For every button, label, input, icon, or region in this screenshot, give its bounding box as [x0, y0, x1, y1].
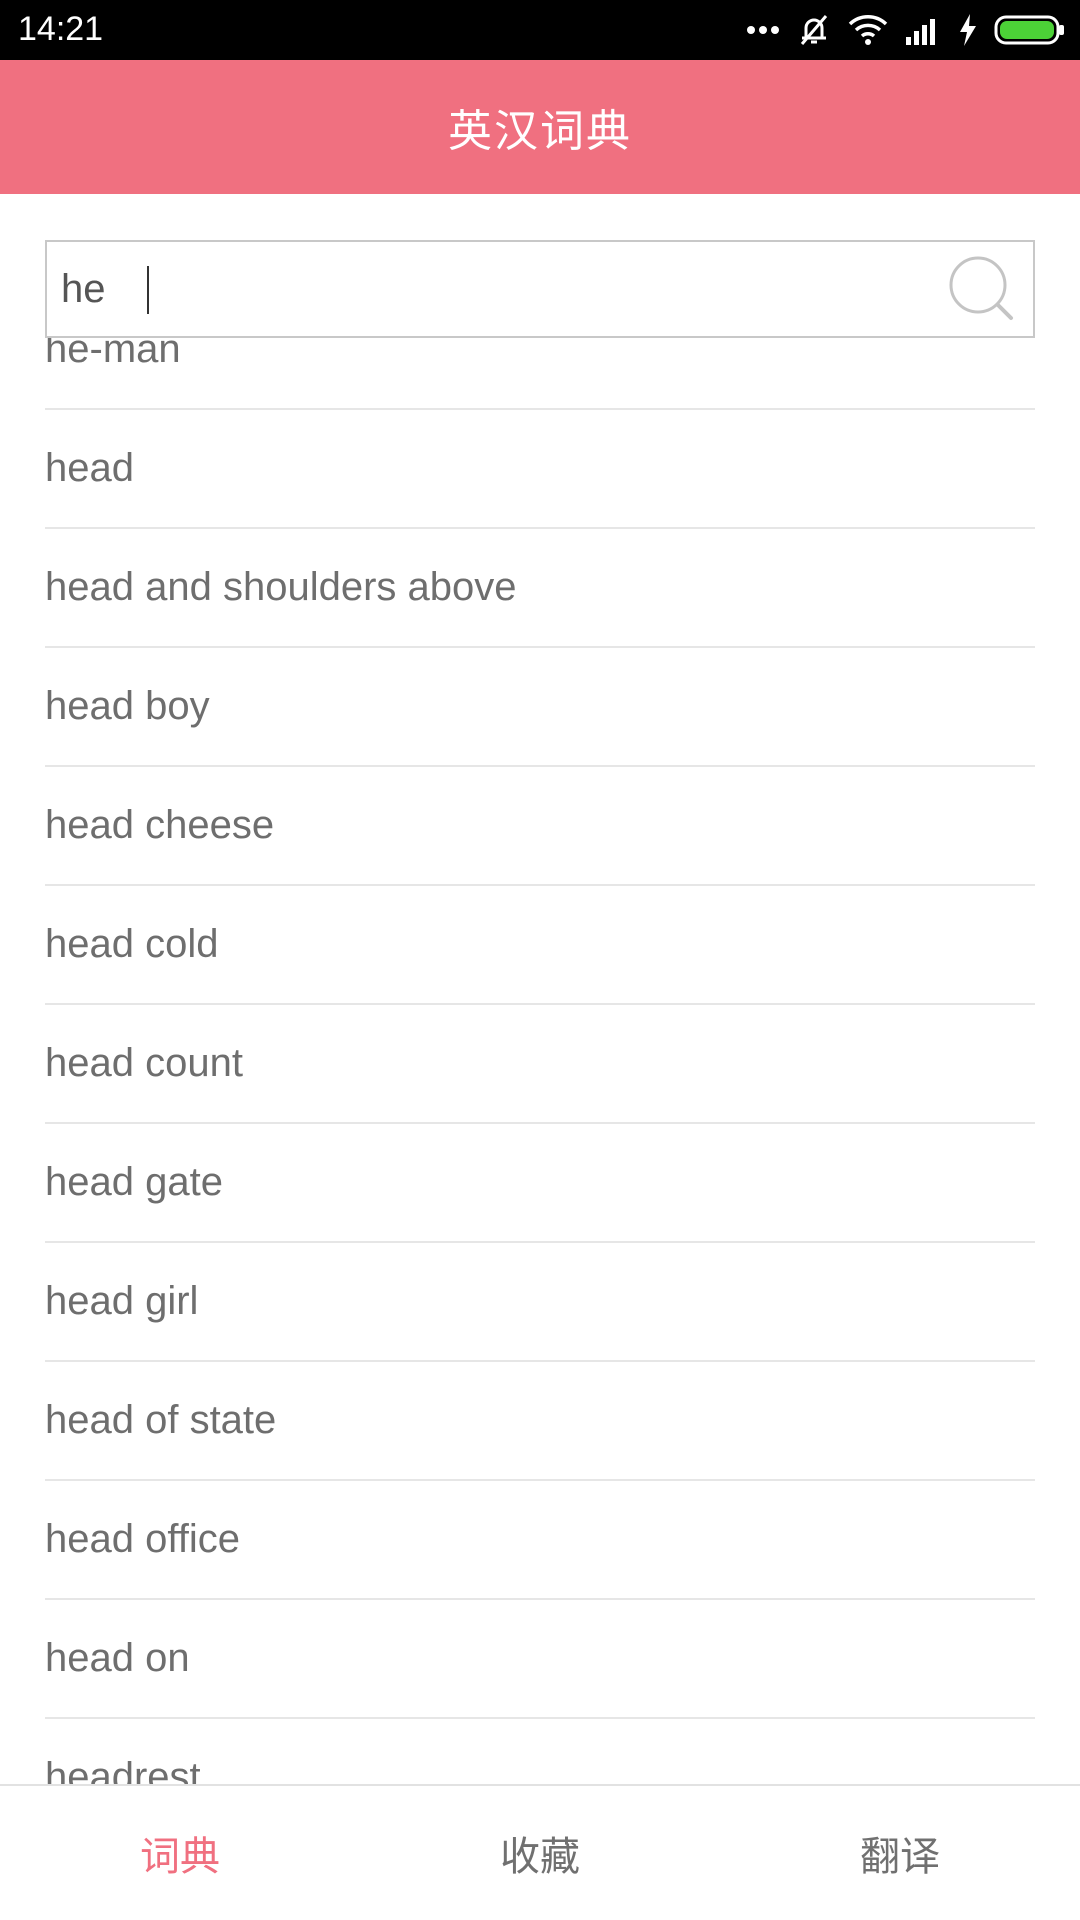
search-icon[interactable] — [947, 254, 1017, 324]
list-item-label: head office — [45, 1517, 240, 1561]
list-item-label: headrest — [45, 1755, 201, 1784]
bottom-nav: 词典 收藏 翻译 — [0, 1784, 1080, 1920]
list-item[interactable]: head — [45, 410, 1035, 529]
search-box[interactable] — [45, 240, 1035, 338]
list-item-label: head count — [45, 1041, 243, 1085]
list-item-label: head boy — [45, 684, 210, 728]
list-item-label: head of state — [45, 1398, 277, 1442]
list-item-label: head and shoulders above — [45, 565, 517, 609]
tab-dictionary[interactable]: 词典 — [0, 1786, 360, 1920]
text-cursor — [147, 266, 149, 314]
list-item[interactable]: head count — [45, 1005, 1035, 1124]
list-item[interactable]: head gate — [45, 1124, 1035, 1243]
list-item[interactable]: head office — [45, 1481, 1035, 1600]
mute-bell-icon — [800, 15, 828, 45]
tab-translate[interactable]: 翻译 — [720, 1786, 1080, 1920]
list-item[interactable]: he-man — [45, 338, 1035, 410]
signal-icon — [906, 19, 935, 45]
list-item[interactable]: head boy — [45, 648, 1035, 767]
tab-favorites[interactable]: 收藏 — [360, 1786, 720, 1920]
list-item[interactable]: head cheese — [45, 767, 1035, 886]
status-time: 14:21 — [18, 10, 104, 48]
list-item-label: head gate — [45, 1160, 223, 1204]
wifi-icon — [848, 15, 888, 45]
list-item-label: he-man — [45, 338, 181, 371]
search-input[interactable] — [61, 242, 941, 336]
status-icons — [746, 10, 1066, 50]
list-item[interactable]: head of state — [45, 1362, 1035, 1481]
more-dots-icon — [747, 26, 779, 34]
page-title: 英汉词典 — [448, 106, 632, 157]
list-item-label: head cheese — [45, 803, 275, 847]
battery-icon — [994, 15, 1064, 45]
charging-bolt-icon — [960, 14, 976, 46]
status-bar: 14:21 — [0, 0, 1080, 60]
screen: 14:21 英汉词典 he he-man head head and shoul… — [0, 0, 1080, 1920]
list-item[interactable]: head on — [45, 1600, 1035, 1719]
list-item-label: head cold — [45, 922, 219, 966]
list-item[interactable]: head cold — [45, 886, 1035, 1005]
suggestion-list: he-man head head and shoulders above hea… — [0, 338, 1080, 1784]
list-item[interactable]: head and shoulders above — [45, 529, 1035, 648]
list-item-label: head — [45, 446, 134, 490]
list-item-label: head girl — [45, 1279, 199, 1323]
app-header: 英汉词典 — [0, 60, 1080, 194]
list-item-label: head on — [45, 1636, 190, 1680]
list-item[interactable]: head girl — [45, 1243, 1035, 1362]
list-item[interactable]: headrest — [45, 1719, 1035, 1784]
